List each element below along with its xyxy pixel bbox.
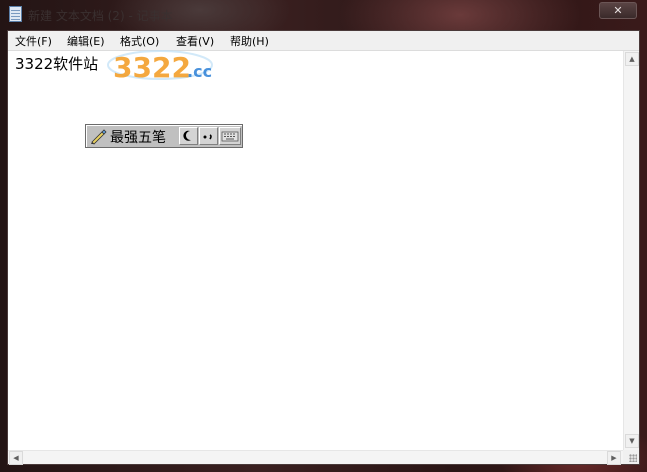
close-button[interactable]: ✕ bbox=[599, 2, 637, 19]
text-editor[interactable]: 3322软件站 3322 .cc bbox=[8, 50, 623, 450]
menu-file[interactable]: 文件(F) bbox=[15, 33, 52, 49]
title-bar[interactable]: 新建 文本文档 (2) - 记事本 ✕ bbox=[0, 0, 647, 30]
ime-name[interactable]: 最强五笔 bbox=[110, 127, 166, 147]
vertical-scrollbar[interactable]: ▲ ▼ bbox=[623, 51, 639, 450]
scroll-up-arrow-icon[interactable]: ▲ bbox=[625, 52, 639, 66]
scroll-right-arrow-icon[interactable]: ▶ bbox=[607, 451, 621, 465]
menu-help[interactable]: 帮助(H) bbox=[230, 33, 269, 49]
punctuation-icon[interactable] bbox=[199, 127, 218, 145]
menu-edit[interactable]: 编辑(E) bbox=[67, 33, 105, 49]
pencil-brush-icon[interactable] bbox=[89, 127, 107, 145]
watermark-digits: 3322 bbox=[113, 51, 191, 84]
watermark-suffix: .cc bbox=[187, 62, 212, 81]
half-moon-icon[interactable] bbox=[179, 127, 198, 145]
scroll-left-arrow-icon[interactable]: ◀ bbox=[9, 451, 23, 465]
document-text: 3322软件站 bbox=[15, 55, 99, 73]
scroll-down-arrow-icon[interactable]: ▼ bbox=[625, 434, 639, 448]
resize-grip-icon[interactable] bbox=[623, 450, 639, 464]
ime-status-bar[interactable]: 最强五笔 bbox=[85, 124, 243, 148]
menu-bar: 文件(F) 编辑(E) 格式(O) 查看(V) 帮助(H) bbox=[8, 31, 639, 51]
horizontal-scrollbar[interactable]: ◀ ▶ bbox=[8, 450, 623, 465]
notepad-icon bbox=[9, 6, 22, 22]
site-watermark-logo: 3322 .cc bbox=[107, 50, 213, 84]
keyboard-icon[interactable] bbox=[219, 127, 241, 145]
notepad-window: 文件(F) 编辑(E) 格式(O) 查看(V) 帮助(H) 3322软件站 33… bbox=[7, 30, 640, 465]
window-title: 新建 文本文档 (2) - 记事本 bbox=[28, 9, 173, 23]
